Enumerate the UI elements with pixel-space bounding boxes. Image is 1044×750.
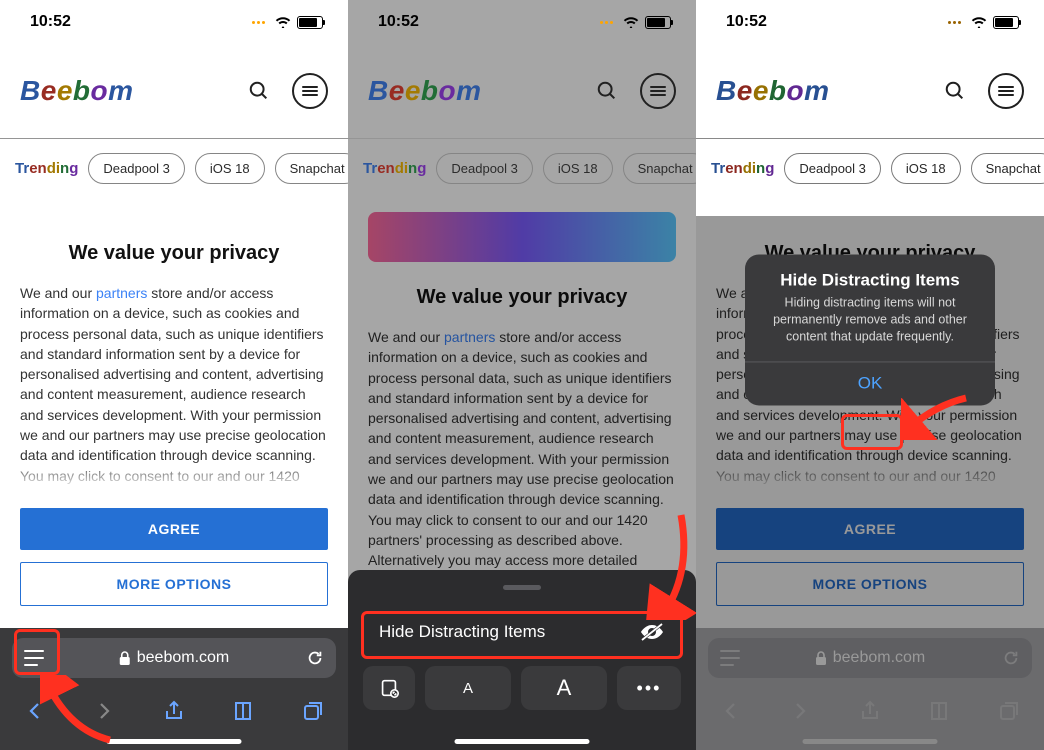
trending-bar: Trending Deadpool 3 iOS 18 Snapchat bbox=[696, 139, 1044, 197]
font-larger-button[interactable]: A bbox=[521, 666, 607, 710]
back-icon bbox=[719, 699, 743, 723]
status-time: 10:52 bbox=[726, 13, 767, 31]
more-options-button[interactable]: MORE OPTIONS bbox=[20, 562, 328, 606]
font-smaller-button[interactable]: A bbox=[425, 666, 511, 710]
more-button[interactable]: ••• bbox=[617, 666, 681, 710]
url-bar[interactable]: beebom.com bbox=[12, 638, 336, 678]
privacy-consent-panel: We value your privacy We and our partner… bbox=[0, 216, 348, 628]
reload-icon[interactable] bbox=[306, 649, 324, 667]
url-bar: beebom.com bbox=[708, 638, 1032, 678]
site-logo[interactable]: Beebom bbox=[20, 75, 134, 107]
phone-1: 10:52 Beebom Trending Deadpool 3 iOS 18 … bbox=[0, 0, 348, 750]
hide-distracting-row[interactable]: Hide Distracting Items bbox=[363, 608, 681, 656]
trending-label: Trending bbox=[711, 160, 774, 177]
back-icon[interactable] bbox=[23, 699, 47, 723]
url-text: beebom.com bbox=[833, 649, 926, 667]
sheet-handle[interactable] bbox=[503, 585, 541, 590]
search-icon[interactable] bbox=[241, 73, 277, 109]
battery-icon bbox=[297, 16, 323, 29]
safari-bottom-bar: beebom.com bbox=[0, 628, 348, 750]
safari-bottom-bar: beebom.com bbox=[696, 628, 1044, 750]
tabs-icon[interactable] bbox=[301, 699, 325, 723]
alert-title: Hide Distracting Items bbox=[745, 254, 995, 294]
alert-ok-button[interactable]: OK bbox=[745, 362, 995, 406]
reader-button[interactable] bbox=[24, 650, 44, 666]
home-indicator[interactable] bbox=[803, 739, 938, 744]
page-header: Beebom bbox=[696, 44, 1044, 139]
hamburger-menu-icon[interactable] bbox=[988, 73, 1024, 109]
battery-icon bbox=[993, 16, 1019, 29]
listen-button[interactable] bbox=[363, 666, 415, 710]
forward-icon bbox=[788, 699, 812, 723]
status-time: 10:52 bbox=[378, 13, 419, 31]
alert-message: Hiding distracting items will not perman… bbox=[745, 294, 995, 361]
agree-button[interactable]: AGREE bbox=[716, 508, 1024, 550]
home-indicator[interactable] bbox=[455, 739, 590, 744]
bookmarks-icon[interactable] bbox=[232, 699, 256, 723]
reader-button bbox=[720, 650, 740, 666]
trending-label: Trending bbox=[15, 160, 78, 177]
reader-bottom-sheet: Hide Distracting Items A A ••• bbox=[348, 570, 696, 750]
trending-pill[interactable]: Snapchat bbox=[275, 153, 348, 184]
site-logo[interactable]: Beebom bbox=[716, 75, 830, 107]
wifi-icon bbox=[623, 16, 639, 28]
hamburger-menu-icon[interactable] bbox=[292, 73, 328, 109]
privacy-body: We and our partners store and/or access … bbox=[20, 283, 328, 490]
agree-button[interactable]: AGREE bbox=[20, 508, 328, 550]
wifi-icon bbox=[275, 16, 291, 28]
trending-pill[interactable]: Deadpool 3 bbox=[88, 153, 185, 184]
search-icon[interactable] bbox=[937, 73, 973, 109]
hide-distracting-label: Hide Distracting Items bbox=[379, 622, 545, 642]
home-indicator[interactable] bbox=[107, 739, 242, 744]
status-bar: 10:52 bbox=[696, 0, 1044, 44]
page-header: Beebom bbox=[0, 44, 348, 139]
trending-bar: Trending Deadpool 3 iOS 18 Snapchat R bbox=[0, 139, 348, 197]
partners-link[interactable]: partners bbox=[96, 285, 147, 301]
alert-dialog: Hide Distracting Items Hiding distractin… bbox=[745, 254, 995, 405]
privacy-title: We value your privacy bbox=[20, 242, 328, 265]
trending-pill[interactable]: iOS 18 bbox=[195, 153, 265, 184]
lock-icon bbox=[815, 651, 827, 665]
tabs-icon bbox=[997, 699, 1021, 723]
status-bar: 10:52 bbox=[348, 0, 696, 44]
phone-3: 10:52 Beebom Trending Deadpool 3 iOS 18 … bbox=[696, 0, 1044, 750]
share-icon bbox=[858, 699, 882, 723]
forward-icon bbox=[92, 699, 116, 723]
eye-slash-icon bbox=[639, 622, 665, 642]
status-time: 10:52 bbox=[30, 13, 71, 31]
lock-icon bbox=[119, 651, 131, 665]
trending-pill[interactable]: Snapchat bbox=[971, 153, 1044, 184]
reload-icon bbox=[1002, 649, 1020, 667]
trending-pill[interactable]: Deadpool 3 bbox=[784, 153, 881, 184]
bookmarks-icon bbox=[928, 699, 952, 723]
url-text: beebom.com bbox=[137, 649, 230, 667]
battery-icon bbox=[645, 16, 671, 29]
phone-2: 10:52 Beebom Trending Deadpool 3 iOS 18 … bbox=[348, 0, 696, 750]
share-icon[interactable] bbox=[162, 699, 186, 723]
trending-pill[interactable]: iOS 18 bbox=[891, 153, 961, 184]
status-bar: 10:52 bbox=[0, 0, 348, 44]
more-options-button[interactable]: MORE OPTIONS bbox=[716, 562, 1024, 606]
wifi-icon bbox=[971, 16, 987, 28]
